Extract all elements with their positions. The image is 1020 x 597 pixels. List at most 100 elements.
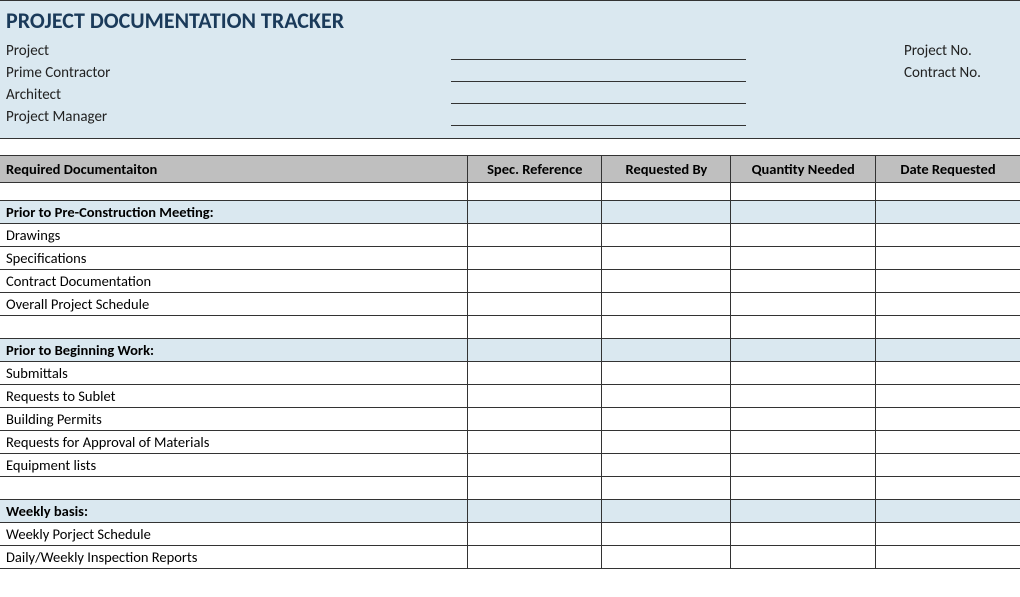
cell-value[interactable] xyxy=(875,408,1020,431)
cell-value[interactable] xyxy=(731,385,876,408)
input-prime-contractor[interactable] xyxy=(451,64,746,82)
cell-value[interactable] xyxy=(468,477,602,500)
cell-value[interactable] xyxy=(875,247,1020,270)
table-row: Overall Project Schedule xyxy=(0,293,1020,316)
cell-value xyxy=(731,339,876,362)
table-row: Submittals xyxy=(0,362,1020,385)
label-contract-no: Contract No. xyxy=(904,64,1014,82)
cell-value[interactable] xyxy=(731,431,876,454)
cell-value[interactable] xyxy=(468,454,602,477)
cell-value xyxy=(875,500,1020,523)
col-header-quantity: Quantity Needed xyxy=(731,156,876,183)
cell-value[interactable] xyxy=(875,546,1020,569)
table-row: Building Permits xyxy=(0,408,1020,431)
cell-value[interactable] xyxy=(468,270,602,293)
cell-value xyxy=(731,201,876,224)
cell-value[interactable] xyxy=(602,224,731,247)
info-row-project: Project Project No. xyxy=(6,40,1014,62)
cell-value[interactable] xyxy=(602,523,731,546)
table-row: Daily/Weekly Inspection Reports xyxy=(0,546,1020,569)
cell-value[interactable] xyxy=(731,247,876,270)
label-project-no: Project No. xyxy=(904,42,1014,60)
cell-value[interactable] xyxy=(731,546,876,569)
cell-value[interactable] xyxy=(875,224,1020,247)
cell-value[interactable] xyxy=(731,477,876,500)
cell-doc: Specifications xyxy=(0,247,468,270)
spacer xyxy=(0,139,1020,155)
cell-doc: Drawings xyxy=(0,224,468,247)
cell-value[interactable] xyxy=(602,316,731,339)
cell-doc: Daily/Weekly Inspection Reports xyxy=(0,546,468,569)
info-row-prime-contractor: Prime Contractor Contract No. xyxy=(6,62,1014,84)
cell-value[interactable] xyxy=(602,385,731,408)
cell-doc: Equipment lists xyxy=(0,454,468,477)
table-row: Specifications xyxy=(0,247,1020,270)
cell-value[interactable] xyxy=(602,431,731,454)
table-row: Requests to Sublet xyxy=(0,385,1020,408)
cell-value[interactable] xyxy=(468,546,602,569)
input-project[interactable] xyxy=(451,42,746,60)
cell-doc xyxy=(0,316,468,339)
cell-value xyxy=(602,201,731,224)
cell-value[interactable] xyxy=(602,247,731,270)
info-row-architect: Architect xyxy=(6,84,1014,106)
cell-value[interactable] xyxy=(875,431,1020,454)
cell-value[interactable] xyxy=(731,523,876,546)
cell-value[interactable] xyxy=(875,316,1020,339)
cell-doc: Prior to Pre-Construction Meeting: xyxy=(0,201,468,224)
col-header-spec: Spec. Reference xyxy=(468,156,602,183)
cell-doc: Weekly Porject Schedule xyxy=(0,523,468,546)
cell-value[interactable] xyxy=(731,408,876,431)
input-project-manager[interactable] xyxy=(451,108,746,126)
cell-doc: Submittals xyxy=(0,362,468,385)
cell-value[interactable] xyxy=(731,316,876,339)
cell-value[interactable] xyxy=(468,408,602,431)
cell-value xyxy=(875,339,1020,362)
cell-value xyxy=(468,500,602,523)
cell-value[interactable] xyxy=(731,224,876,247)
cell-value[interactable] xyxy=(602,408,731,431)
cell-value xyxy=(875,201,1020,224)
section-header: Weekly basis: xyxy=(0,500,1020,523)
label-project-manager: Project Manager xyxy=(6,108,451,126)
cell-doc: Building Permits xyxy=(0,408,468,431)
cell-doc xyxy=(0,477,468,500)
table-row: Contract Documentation xyxy=(0,270,1020,293)
cell-value[interactable] xyxy=(875,293,1020,316)
section-header: Prior to Beginning Work: xyxy=(0,339,1020,362)
cell-value[interactable] xyxy=(602,362,731,385)
cell-value[interactable] xyxy=(731,270,876,293)
table-row xyxy=(0,477,1020,500)
cell-value xyxy=(468,339,602,362)
label-prime-contractor: Prime Contractor xyxy=(6,64,451,82)
cell-value[interactable] xyxy=(468,431,602,454)
cell-value[interactable] xyxy=(468,385,602,408)
cell-value[interactable] xyxy=(468,362,602,385)
gap-row xyxy=(0,183,1020,201)
cell-value[interactable] xyxy=(875,270,1020,293)
cell-value[interactable] xyxy=(602,270,731,293)
cell-doc: Prior to Beginning Work: xyxy=(0,339,468,362)
cell-value[interactable] xyxy=(875,385,1020,408)
cell-value[interactable] xyxy=(468,316,602,339)
cell-value[interactable] xyxy=(875,477,1020,500)
cell-value[interactable] xyxy=(602,293,731,316)
cell-value[interactable] xyxy=(875,362,1020,385)
cell-doc: Weekly basis: xyxy=(0,500,468,523)
cell-value xyxy=(602,500,731,523)
cell-value[interactable] xyxy=(731,454,876,477)
input-architect[interactable] xyxy=(451,86,746,104)
cell-value[interactable] xyxy=(468,523,602,546)
cell-value[interactable] xyxy=(602,477,731,500)
cell-value[interactable] xyxy=(468,224,602,247)
cell-value[interactable] xyxy=(875,523,1020,546)
info-row-project-manager: Project Manager xyxy=(6,106,1014,128)
cell-value[interactable] xyxy=(602,454,731,477)
table-row: Equipment lists xyxy=(0,454,1020,477)
cell-value[interactable] xyxy=(731,293,876,316)
cell-value[interactable] xyxy=(468,293,602,316)
cell-value[interactable] xyxy=(468,247,602,270)
cell-value[interactable] xyxy=(875,454,1020,477)
cell-value[interactable] xyxy=(602,546,731,569)
cell-value[interactable] xyxy=(731,362,876,385)
